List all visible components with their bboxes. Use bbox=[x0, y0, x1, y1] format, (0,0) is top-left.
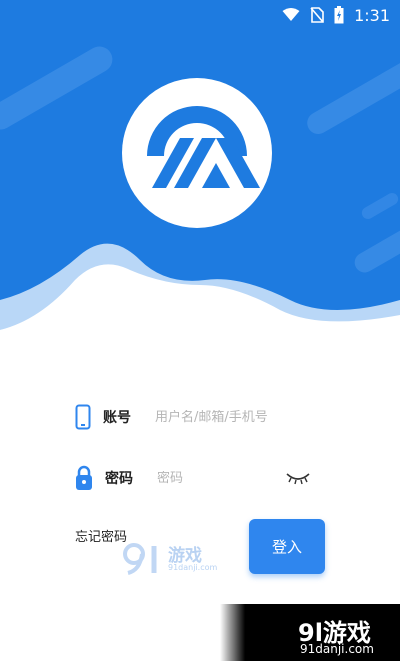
account-row: 账号 bbox=[75, 402, 325, 432]
status-icons: 1:31 bbox=[282, 0, 390, 30]
app-logo bbox=[122, 78, 272, 228]
password-label: 密码 bbox=[105, 471, 133, 487]
app-logo-icon bbox=[147, 106, 260, 188]
phone-icon bbox=[75, 404, 91, 430]
login-button[interactable]: 登入 bbox=[249, 519, 325, 574]
watermark-big-url: 91danji.com bbox=[300, 642, 374, 656]
lock-icon bbox=[76, 465, 92, 490]
no-sim-icon bbox=[310, 7, 324, 23]
status-bar: 1:31 bbox=[0, 0, 400, 30]
watermark-small-url: 91danji.com bbox=[168, 563, 218, 572]
eye-closed-icon[interactable] bbox=[285, 470, 311, 486]
status-time: 1:31 bbox=[354, 5, 390, 25]
account-input[interactable] bbox=[155, 409, 305, 425]
battery-charging-icon bbox=[334, 6, 344, 24]
wifi-icon bbox=[282, 8, 300, 21]
account-label: 账号 bbox=[103, 410, 131, 426]
